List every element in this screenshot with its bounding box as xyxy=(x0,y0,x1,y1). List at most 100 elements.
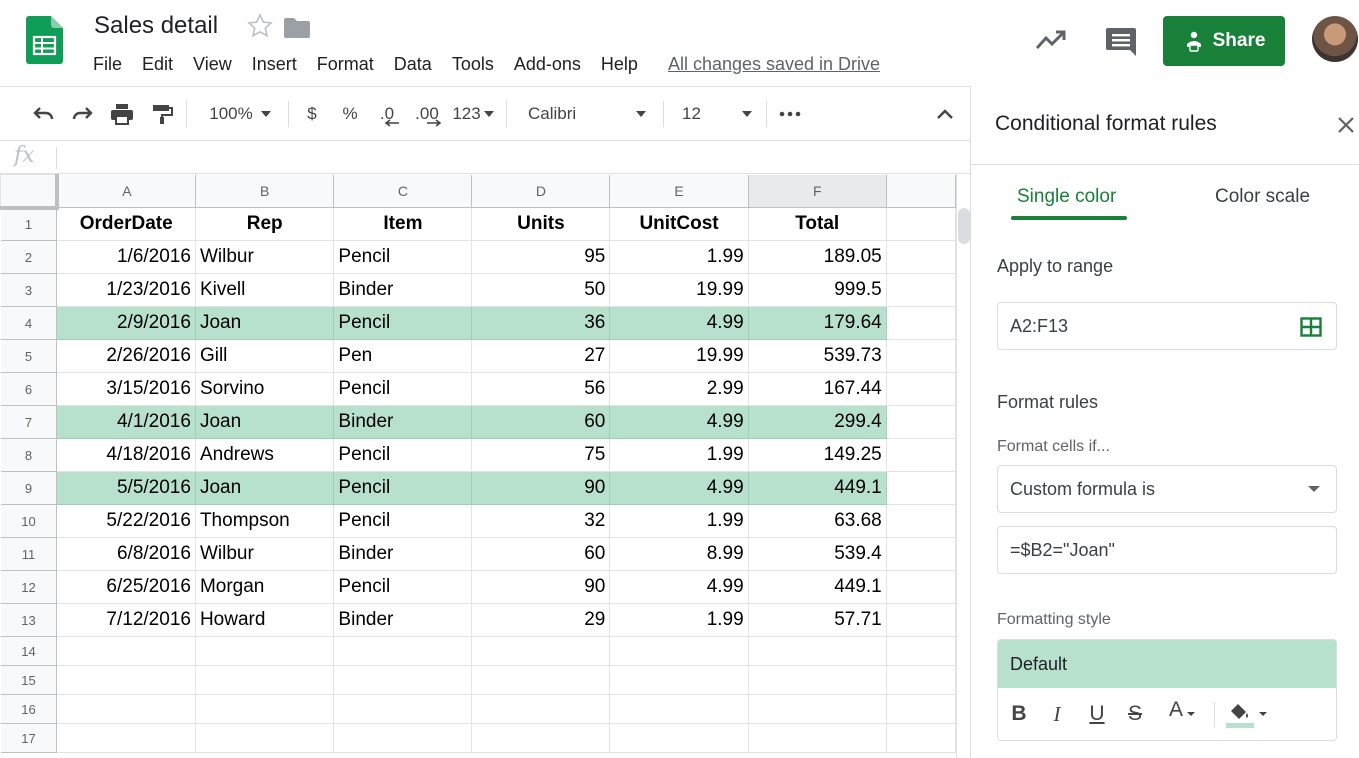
grid-cell[interactable]: 36 xyxy=(471,306,611,340)
grid-cell[interactable] xyxy=(471,636,611,666)
format-percent-button[interactable]: % xyxy=(336,87,364,141)
row-header[interactable]: 4 xyxy=(0,306,58,340)
grid-cell[interactable]: 1.99 xyxy=(609,240,749,274)
grid-cell[interactable]: Pencil xyxy=(333,240,473,274)
grid-cell[interactable] xyxy=(194,723,335,753)
italic-button[interactable]: I xyxy=(1044,698,1070,730)
grid-cell[interactable]: 60 xyxy=(471,405,611,439)
grid-cell[interactable] xyxy=(609,723,749,753)
grid-cell[interactable] xyxy=(194,665,335,695)
row-header[interactable]: 2 xyxy=(0,240,58,274)
grid-cell[interactable] xyxy=(885,603,956,637)
grid-cell[interactable]: Units xyxy=(471,207,611,241)
grid-cell[interactable]: Pencil xyxy=(333,471,473,505)
grid-cell[interactable] xyxy=(56,665,196,695)
row-header[interactable]: 1 xyxy=(0,207,58,241)
spreadsheet-grid[interactable]: A B C D E F 1 OrderDate Rep Item Units UnitCo… xyxy=(0,174,956,758)
menu-format[interactable]: Format xyxy=(317,54,374,75)
grid-cell[interactable]: 449.1 xyxy=(747,570,887,604)
saved-status-link[interactable]: All changes saved in Drive xyxy=(668,54,880,75)
format-currency-button[interactable]: $ xyxy=(298,87,326,141)
grid-cell[interactable]: 19.99 xyxy=(609,339,749,373)
grid-cell[interactable]: 449.1 xyxy=(747,471,887,505)
column-header-c[interactable]: C xyxy=(333,174,473,208)
column-header-a[interactable]: A xyxy=(56,174,196,208)
grid-cell[interactable] xyxy=(56,636,196,666)
grid-cell[interactable]: 189.05 xyxy=(747,240,887,274)
menu-tools[interactable]: Tools xyxy=(452,54,494,75)
grid-cell[interactable]: 57.71 xyxy=(747,603,887,637)
vertical-scrollbar[interactable] xyxy=(956,174,970,758)
grid-cell[interactable]: 2.99 xyxy=(609,372,749,406)
grid-cell[interactable]: 27 xyxy=(471,339,611,373)
grid-cell[interactable] xyxy=(885,537,956,571)
formula-bar[interactable]: fx xyxy=(0,140,970,174)
menu-edit[interactable]: Edit xyxy=(142,54,173,75)
grid-cell[interactable]: Joan xyxy=(194,306,335,340)
grid-cell[interactable]: 90 xyxy=(471,471,611,505)
grid-cell[interactable]: Howard xyxy=(194,603,335,637)
grid-cell[interactable]: 4.99 xyxy=(609,405,749,439)
grid-cell[interactable]: Morgan xyxy=(194,570,335,604)
grid-cell[interactable]: 56 xyxy=(471,372,611,406)
grid-cell[interactable]: 1.99 xyxy=(609,603,749,637)
grid-cell[interactable] xyxy=(885,438,956,472)
grid-cell[interactable] xyxy=(333,694,473,724)
grid-cell[interactable]: 29 xyxy=(471,603,611,637)
account-avatar[interactable] xyxy=(1312,16,1358,62)
grid-cell[interactable]: 179.64 xyxy=(747,306,887,340)
grid-cell[interactable] xyxy=(747,723,887,753)
grid-cell[interactable]: Rep xyxy=(194,207,335,241)
grid-cell[interactable]: Joan xyxy=(194,471,335,505)
grid-cell[interactable]: Kivell xyxy=(194,273,335,307)
grid-cell[interactable] xyxy=(333,636,473,666)
grid-cell[interactable]: 4/18/2016 xyxy=(56,438,196,472)
print-button[interactable] xyxy=(106,87,138,141)
row-header[interactable]: 6 xyxy=(0,372,58,406)
grid-cell[interactable] xyxy=(885,372,956,406)
grid-cell[interactable] xyxy=(471,723,611,753)
sheets-logo-icon[interactable] xyxy=(26,16,63,64)
grid-cell[interactable] xyxy=(885,636,956,666)
grid-cell[interactable]: Andrews xyxy=(194,438,335,472)
grid-cell[interactable]: 999.5 xyxy=(747,273,887,307)
grid-cell[interactable]: 75 xyxy=(471,438,611,472)
undo-button[interactable] xyxy=(28,87,60,141)
grid-cell[interactable]: 2/26/2016 xyxy=(56,339,196,373)
grid-cell[interactable]: 7/12/2016 xyxy=(56,603,196,637)
font-family-select[interactable]: Calibri xyxy=(520,87,654,141)
grid-cell[interactable]: Pencil xyxy=(333,306,473,340)
row-header[interactable]: 14 xyxy=(0,636,58,666)
grid-cell[interactable]: 5/22/2016 xyxy=(56,504,196,538)
share-button[interactable]: Share xyxy=(1163,16,1285,66)
row-header[interactable]: 16 xyxy=(0,694,58,724)
collapse-menus-button[interactable] xyxy=(930,87,960,141)
grid-cell[interactable] xyxy=(885,405,956,439)
grid-cell[interactable]: 5/5/2016 xyxy=(56,471,196,505)
grid-cell[interactable] xyxy=(885,306,956,340)
grid-cell[interactable] xyxy=(747,694,887,724)
grid-cell[interactable]: 1.99 xyxy=(609,438,749,472)
grid-cell[interactable] xyxy=(56,694,196,724)
grid-cell[interactable] xyxy=(194,636,335,666)
grid-cell[interactable]: Binder xyxy=(333,537,473,571)
menu-help[interactable]: Help xyxy=(601,54,638,75)
column-header-b[interactable]: B xyxy=(194,174,335,208)
column-header-e[interactable]: E xyxy=(609,174,749,208)
row-header[interactable]: 13 xyxy=(0,603,58,637)
row-header[interactable]: 15 xyxy=(0,665,58,695)
grid-cell[interactable]: 1/6/2016 xyxy=(56,240,196,274)
grid-cell[interactable]: 95 xyxy=(471,240,611,274)
grid-cell[interactable] xyxy=(333,723,473,753)
grid-cell[interactable]: Sorvino xyxy=(194,372,335,406)
bold-button[interactable]: B xyxy=(1006,698,1032,730)
scrollbar-thumb[interactable] xyxy=(958,208,970,244)
row-header[interactable]: 8 xyxy=(0,438,58,472)
grid-cell[interactable] xyxy=(885,240,956,274)
row-header[interactable]: 12 xyxy=(0,570,58,604)
menu-file[interactable]: File xyxy=(93,54,122,75)
grid-cell[interactable] xyxy=(471,665,611,695)
grid-cell[interactable]: Binder xyxy=(333,405,473,439)
row-header[interactable]: 7 xyxy=(0,405,58,439)
grid-cell[interactable]: Joan xyxy=(194,405,335,439)
